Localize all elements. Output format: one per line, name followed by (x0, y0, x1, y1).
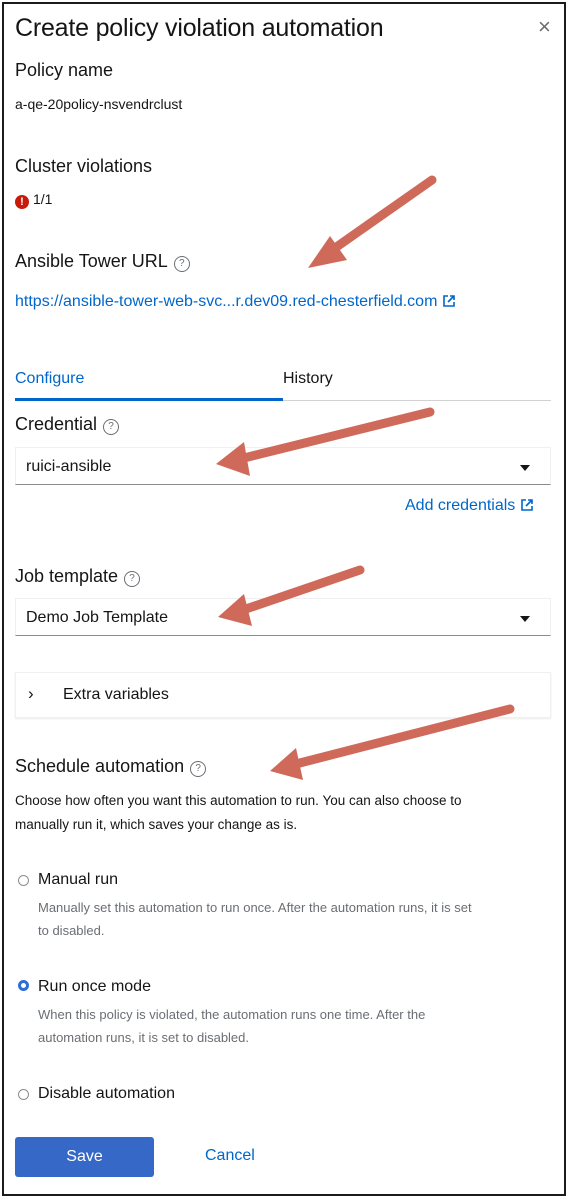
credential-label-text: Credential (15, 414, 98, 434)
help-icon[interactable]: ? (124, 571, 141, 587)
tab-history[interactable]: History (283, 370, 333, 388)
caret-down-icon (520, 465, 530, 471)
run-once-mode-description-line: automation runs, it is set to disabled. (38, 1030, 250, 1045)
help-icon[interactable]: ? (103, 419, 120, 435)
help-icon[interactable]: ? (173, 256, 190, 272)
manual-run-radio[interactable] (18, 875, 29, 886)
schedule-description-line: manually run it, which saves your change… (15, 817, 298, 832)
disable-automation-radio[interactable] (18, 1089, 29, 1100)
manual-run-description-line: to disabled. (38, 923, 105, 938)
job-template-label: Job template? (15, 566, 141, 587)
caret-down-icon (520, 616, 530, 622)
job-template-selected-value: Demo Job Template (26, 609, 168, 626)
policy-name-value: a-qe-20policy-nsvendrclust (15, 96, 183, 112)
error-icon: ! (15, 195, 29, 209)
help-icon[interactable]: ? (190, 761, 207, 777)
external-link-icon[interactable] (521, 499, 534, 511)
cluster-violations-label: Cluster violations (15, 156, 153, 176)
ansible-tower-url-text: Ansible Tower URL (15, 251, 168, 271)
ansible-tower-url-link[interactable]: https://ansible-tower-web-svc...r.dev09.… (15, 293, 456, 311)
modal-title: Create policy violation automation (15, 14, 384, 42)
disable-automation-label[interactable]: Disable automation (38, 1085, 175, 1103)
job-template-select[interactable]: Demo Job Template (15, 598, 551, 636)
run-once-mode-radio[interactable] (18, 980, 29, 991)
manual-run-label[interactable]: Manual run (38, 871, 118, 889)
manual-run-description: Manually set this automation to run once… (38, 896, 553, 942)
run-once-mode-description: When this policy is violated, the automa… (38, 1003, 553, 1049)
save-button[interactable]: Save (15, 1137, 154, 1177)
external-link-icon[interactable] (443, 295, 456, 307)
schedule-description: Choose how often you want this automatio… (15, 789, 555, 837)
add-credentials-link[interactable]: Add credentials (405, 497, 534, 515)
schedule-automation-label-text: Schedule automation (15, 756, 185, 776)
manual-run-description-line: Manually set this automation to run once… (38, 900, 472, 915)
tab-active-indicator (15, 398, 283, 401)
extra-variables-expandable[interactable]: › Extra variables (15, 672, 551, 718)
run-once-mode-label[interactable]: Run once mode (38, 978, 151, 996)
credential-select[interactable]: ruici-ansible (15, 447, 551, 485)
cancel-button[interactable]: Cancel (205, 1147, 255, 1165)
policy-name-label: Policy name (15, 60, 114, 80)
ansible-tower-url-value[interactable]: https://ansible-tower-web-svc...r.dev09.… (15, 293, 437, 310)
ansible-tower-url-label: Ansible Tower URL? (15, 251, 190, 272)
credential-label: Credential? (15, 414, 120, 435)
run-once-mode-description-line: When this policy is violated, the automa… (38, 1007, 426, 1022)
tab-configure[interactable]: Configure (15, 370, 84, 388)
violations-count: 1/1 (33, 191, 53, 207)
credential-selected-value: ruici-ansible (26, 458, 112, 475)
extra-variables-label: Extra variables (63, 686, 169, 703)
schedule-automation-label: Schedule automation? (15, 756, 207, 777)
schedule-description-line: Choose how often you want this automatio… (15, 793, 462, 808)
chevron-right-icon: › (28, 684, 34, 703)
close-icon[interactable]: × (538, 16, 551, 38)
job-template-label-text: Job template (15, 566, 119, 586)
add-credentials-text[interactable]: Add credentials (405, 497, 515, 514)
cluster-violations-value: ! 1/1 (15, 191, 52, 209)
